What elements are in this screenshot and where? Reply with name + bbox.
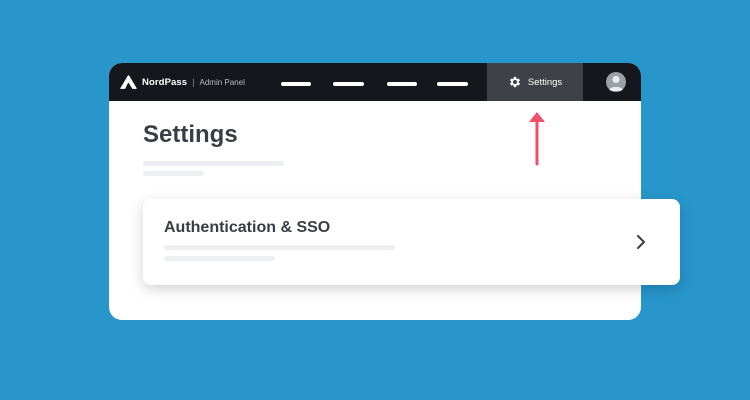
card-title: Authentication & SSO xyxy=(164,219,331,236)
description-placeholder-line-2 xyxy=(143,171,204,176)
gear-icon xyxy=(509,76,520,88)
nordpass-logo-icon xyxy=(120,74,137,89)
authentication-sso-card[interactable]: Authentication & SSO xyxy=(143,199,680,285)
brand[interactable]: NordPass | Admin Panel xyxy=(120,63,245,101)
top-navigation-bar: NordPass | Admin Panel Settings xyxy=(109,63,641,101)
description-placeholder-line-1 xyxy=(143,161,284,166)
nav-item-4[interactable] xyxy=(437,82,468,86)
brand-subtitle: Admin Panel xyxy=(199,77,245,87)
tab-settings[interactable]: Settings xyxy=(487,63,583,101)
user-avatar-icon[interactable] xyxy=(606,72,626,92)
brand-name: NordPass xyxy=(142,76,188,88)
nav-item-3[interactable] xyxy=(387,82,417,86)
nav-item-1[interactable] xyxy=(281,82,311,86)
arrow-up-icon xyxy=(526,110,548,166)
card-placeholder-line-2 xyxy=(164,256,275,261)
brand-separator: | xyxy=(192,77,195,87)
tab-settings-label: Settings xyxy=(527,76,563,88)
card-placeholder-line-1 xyxy=(164,245,395,250)
page-title: Settings xyxy=(143,121,238,148)
nav-item-2[interactable] xyxy=(333,82,364,86)
chevron-right-icon[interactable] xyxy=(634,233,648,251)
